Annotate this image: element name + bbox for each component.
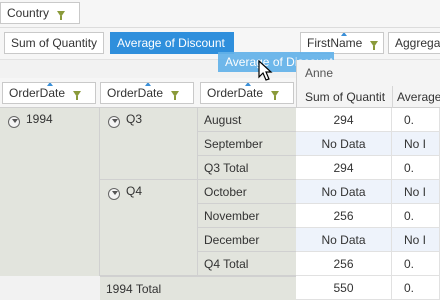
field-label: Aggrega [395, 36, 440, 50]
collapse-icon[interactable] [8, 116, 20, 128]
average-of-discount-field[interactable]: Average of Discount [110, 32, 234, 54]
cell-quantity[interactable]: No Data [296, 180, 392, 204]
mouse-cursor-icon [258, 60, 273, 81]
cell-quantity[interactable]: No Data [296, 132, 392, 156]
sort-ascending-icon [341, 33, 347, 36]
aggregate-column-field[interactable]: Aggrega [388, 32, 440, 54]
row-header-grand-total: 1994 Total [100, 276, 296, 300]
orderdate-quarter-field[interactable]: OrderDate [100, 82, 194, 104]
cell-discount-subtotal[interactable]: 0. [392, 252, 440, 276]
cell-discount-grand-total[interactable]: 0. [392, 276, 440, 300]
sort-ascending-icon [245, 83, 251, 86]
filter-area: Country [0, 0, 440, 28]
row-header-month: December [198, 228, 296, 252]
row-header-quarter: Q4 [100, 180, 198, 276]
row-header-month: October [198, 180, 296, 204]
row-header-month: September [198, 132, 296, 156]
field-label: Average of Discount [117, 36, 225, 50]
field-label: Country [7, 6, 50, 20]
cell-quantity[interactable]: 256 [296, 204, 392, 228]
cell-quantity-subtotal[interactable]: 256 [296, 252, 392, 276]
firstname-column-field[interactable]: FirstName [300, 32, 384, 54]
cell-discount[interactable]: 0. [392, 204, 440, 228]
row-header-quarter: Q3 [100, 108, 198, 180]
pivot-grid: Country Sum of Quantity Average of Disco… [0, 0, 440, 300]
field-label: OrderDate [9, 86, 66, 100]
measure-header: Sum of Quantit [297, 86, 393, 108]
field-label: Sum of Quantity [11, 36, 98, 50]
measure-header: Average [397, 90, 440, 104]
filter-icon[interactable] [73, 91, 82, 100]
quarter-label: Q3 [126, 112, 143, 126]
orderdate-month-field[interactable]: OrderDate [200, 82, 294, 104]
year-label: 1994 [26, 112, 53, 126]
row-fields-area: OrderDate OrderDate OrderDate [0, 78, 296, 108]
cell-discount[interactable]: 0. [392, 108, 440, 132]
collapse-icon[interactable] [108, 188, 120, 200]
filter-icon[interactable] [171, 91, 180, 100]
row-header-month: August [198, 108, 296, 132]
cell-discount-subtotal[interactable]: 0. [392, 156, 440, 180]
orderdate-year-field[interactable]: OrderDate [2, 82, 96, 104]
row-header-year: 1994 [0, 108, 100, 276]
sort-ascending-icon [47, 83, 53, 86]
row-header-month: November [198, 204, 296, 228]
filter-icon[interactable] [57, 11, 66, 20]
sum-of-quantity-field[interactable]: Sum of Quantity [4, 32, 104, 54]
cell-quantity[interactable]: No Data [296, 228, 392, 252]
quarter-label: Q4 [126, 184, 143, 198]
cell-discount[interactable]: No I [392, 228, 440, 252]
filter-icon[interactable] [271, 91, 280, 100]
column-member-label: Anne [305, 66, 334, 80]
cell-quantity[interactable]: 294 [296, 108, 392, 132]
field-label: OrderDate [107, 86, 164, 100]
row-header-subtotal: Q3 Total [198, 156, 296, 180]
country-filter-field[interactable]: Country [0, 2, 80, 24]
sort-ascending-icon [145, 83, 151, 86]
column-header: Anne Sum of Quantit Average [296, 60, 440, 108]
cell-discount[interactable]: No I [392, 180, 440, 204]
pivot-body: 1994 Q3 Q4 August September Q3 Total Oct… [0, 108, 440, 300]
collapse-icon[interactable] [108, 116, 120, 128]
filter-icon[interactable] [370, 41, 379, 50]
cell-quantity-subtotal[interactable]: 294 [296, 156, 392, 180]
field-label: FirstName [307, 36, 363, 50]
cell-discount[interactable]: No I [392, 132, 440, 156]
field-label: OrderDate [207, 86, 264, 100]
row-header-subtotal: Q4 Total [198, 252, 296, 276]
cell-quantity-grand-total[interactable]: 550 [296, 276, 392, 300]
